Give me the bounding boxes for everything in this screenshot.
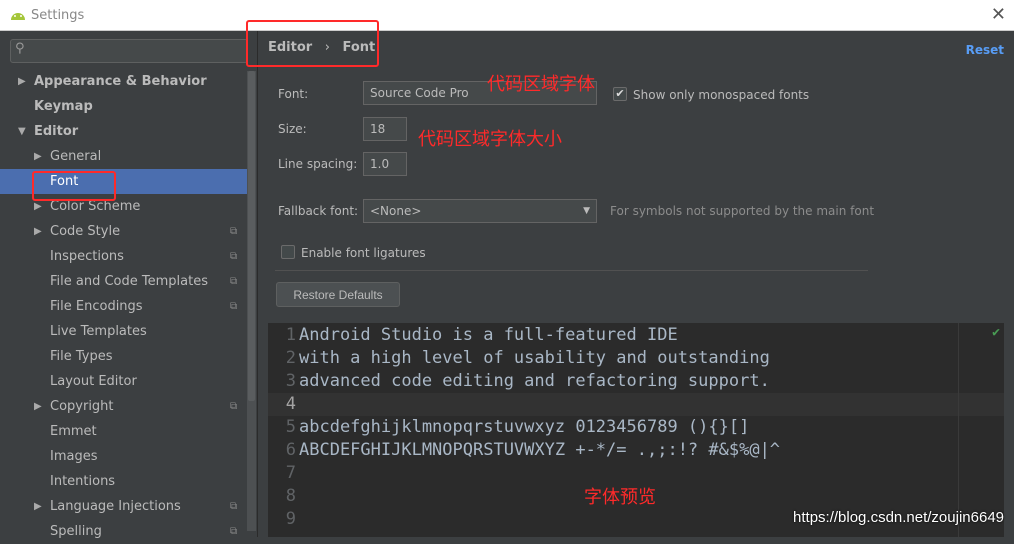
project-settings-icon: ⧉ [230, 226, 238, 237]
font-value: Source Code Pro [370, 86, 469, 100]
chevron-down-icon[interactable]: ▼ [18, 119, 26, 144]
font-label: Font: [278, 87, 309, 101]
close-icon[interactable]: ✕ [991, 4, 1006, 25]
project-settings-icon: ⧉ [230, 251, 238, 262]
sidebar-item-file-encodings[interactable]: File Encodings ⧉ [0, 294, 247, 319]
scrollbar[interactable] [247, 71, 256, 531]
scrollbar-thumb[interactable] [248, 71, 255, 401]
code-line: with a high level of usability and outst… [299, 348, 770, 368]
chevron-down-icon: ▼ [583, 206, 590, 216]
reset-link[interactable]: Reset [966, 43, 1004, 57]
sidebar-item-emmet[interactable]: Emmet [0, 419, 247, 444]
chevron-right-icon[interactable]: ▶ [34, 394, 42, 419]
sidebar-item-file-and-code-templates[interactable]: File and Code Templates ⧉ [0, 269, 247, 294]
ligatures-checkbox[interactable] [281, 245, 295, 259]
fallback-font-label: Fallback font: [278, 204, 359, 218]
android-icon [11, 13, 25, 20]
sidebar-item-layout-editor[interactable]: Layout Editor [0, 369, 247, 394]
sidebar-item-label: File Encodings [50, 299, 143, 314]
sidebar-item-file-types[interactable]: File Types [0, 344, 247, 369]
project-settings-icon: ⧉ [230, 301, 238, 312]
line-number: 3 [285, 371, 296, 391]
highlight-font-item [32, 171, 116, 201]
sidebar-item-label: Editor [34, 124, 79, 139]
chevron-right-icon[interactable]: ▶ [34, 144, 42, 169]
line-number: 6 [285, 440, 296, 460]
window-title: Settings [31, 8, 85, 23]
sidebar-item-label: Appearance & Behavior [34, 74, 207, 89]
sidebar-item-inspections[interactable]: Inspections ⧉ [0, 244, 247, 269]
title-bar: Settings ✕ [0, 0, 1014, 31]
divider [275, 270, 868, 271]
monospaced-label: Show only monospaced fonts [633, 88, 810, 102]
watermark: https://blog.csdn.net/zoujin6649 [793, 509, 1004, 526]
fallback-font-select[interactable]: <None> ▼ [363, 199, 597, 223]
settings-tree: ⚲ ▶ Appearance & Behavior Keymap ▼ Editor ▶ Ge… [0, 31, 258, 539]
chevron-right-icon[interactable]: ▶ [18, 69, 26, 94]
project-settings-icon: ⧉ [230, 401, 238, 412]
annotation-preview: 字体预览 [584, 487, 656, 508]
current-line-highlight [268, 393, 1004, 416]
line-number: 4 [285, 394, 296, 414]
line-spacing-input[interactable]: 1.0 [363, 152, 407, 176]
sidebar-item-spelling[interactable]: Spelling ⧉ [0, 519, 247, 544]
fallback-value: <None> [370, 204, 422, 218]
project-settings-icon: ⧉ [230, 276, 238, 287]
sidebar-item-language-injections[interactable]: ▶ Language Injections ⧉ [0, 494, 247, 519]
search-input[interactable]: ⚲ [10, 39, 248, 63]
sidebar-item-label: General [50, 149, 102, 164]
highlight-breadcrumb [246, 20, 379, 67]
sidebar-item-label: Emmet [50, 424, 97, 439]
sidebar-item-label: Images [50, 449, 98, 464]
sidebar-item-label: Language Injections [50, 499, 181, 514]
line-number: 9 [285, 509, 296, 529]
annotation-size: 代码区域字体大小 [418, 129, 562, 150]
line-spacing-label: Line spacing: [278, 157, 358, 171]
line-number: 8 [285, 486, 296, 506]
monospaced-checkbox[interactable]: ✔ [613, 87, 627, 101]
sidebar-item-code-style[interactable]: ▶ Code Style ⧉ [0, 219, 247, 244]
sidebar-item-keymap[interactable]: Keymap [0, 94, 247, 119]
right-margin-guide [958, 323, 959, 537]
line-spacing-value: 1.0 [370, 157, 390, 171]
line-number: 1 [285, 325, 296, 345]
line-number: 7 [285, 463, 296, 483]
chevron-right-icon[interactable]: ▶ [34, 494, 42, 519]
sidebar-item-label: Code Style [50, 224, 121, 239]
sidebar-item-copyright[interactable]: ▶ Copyright ⧉ [0, 394, 247, 419]
sidebar-item-label: Live Templates [50, 324, 147, 339]
sidebar-item-label: Intentions [50, 474, 116, 489]
search-icon: ⚲ [15, 41, 25, 56]
sidebar-item-label: File Types [50, 349, 113, 364]
code-line: ABCDEFGHIJKLMNOPQRSTUVWXYZ +-*/= .,;:!? … [299, 440, 781, 460]
ligatures-label: Enable font ligatures [301, 246, 426, 260]
sidebar-item-appearance-behavior[interactable]: ▶ Appearance & Behavior [0, 69, 247, 94]
code-line: advanced code editing and refactoring su… [299, 371, 770, 391]
size-value: 18 [370, 122, 386, 136]
project-settings-icon: ⧉ [230, 526, 238, 537]
sidebar-item-label: Inspections [50, 249, 124, 264]
annotation-font: 代码区域字体 [487, 74, 595, 95]
sidebar-item-general[interactable]: ▶ General [0, 144, 247, 169]
size-input[interactable]: 18 [363, 117, 407, 141]
sidebar-item-label: Spelling [50, 524, 102, 539]
fallback-hint: For symbols not supported by the main fo… [610, 204, 875, 218]
sidebar-item-editor[interactable]: ▼ Editor [0, 119, 247, 144]
line-number: 2 [285, 348, 296, 368]
code-line: abcdefghijklmnopqrstuvwxyz 0123456789 ()… [299, 417, 750, 437]
sidebar-item-label: File and Code Templates [50, 274, 208, 289]
code-line: Android Studio is a full-featured IDE [299, 325, 678, 345]
chevron-right-icon[interactable]: ▶ [34, 219, 42, 244]
project-settings-icon: ⧉ [230, 501, 238, 512]
restore-defaults-button[interactable]: Restore Defaults [276, 282, 400, 307]
line-number: 5 [285, 417, 296, 437]
sidebar-item-intentions[interactable]: Intentions [0, 469, 247, 494]
sidebar-item-images[interactable]: Images [0, 444, 247, 469]
sidebar-item-label: Copyright [50, 399, 114, 414]
sidebar-item-label: Keymap [34, 99, 93, 114]
inspection-ok-icon: ✔ [992, 325, 1000, 340]
sidebar-item-live-templates[interactable]: Live Templates [0, 319, 247, 344]
sidebar-item-label: Layout Editor [50, 374, 137, 389]
size-label: Size: [278, 122, 307, 136]
